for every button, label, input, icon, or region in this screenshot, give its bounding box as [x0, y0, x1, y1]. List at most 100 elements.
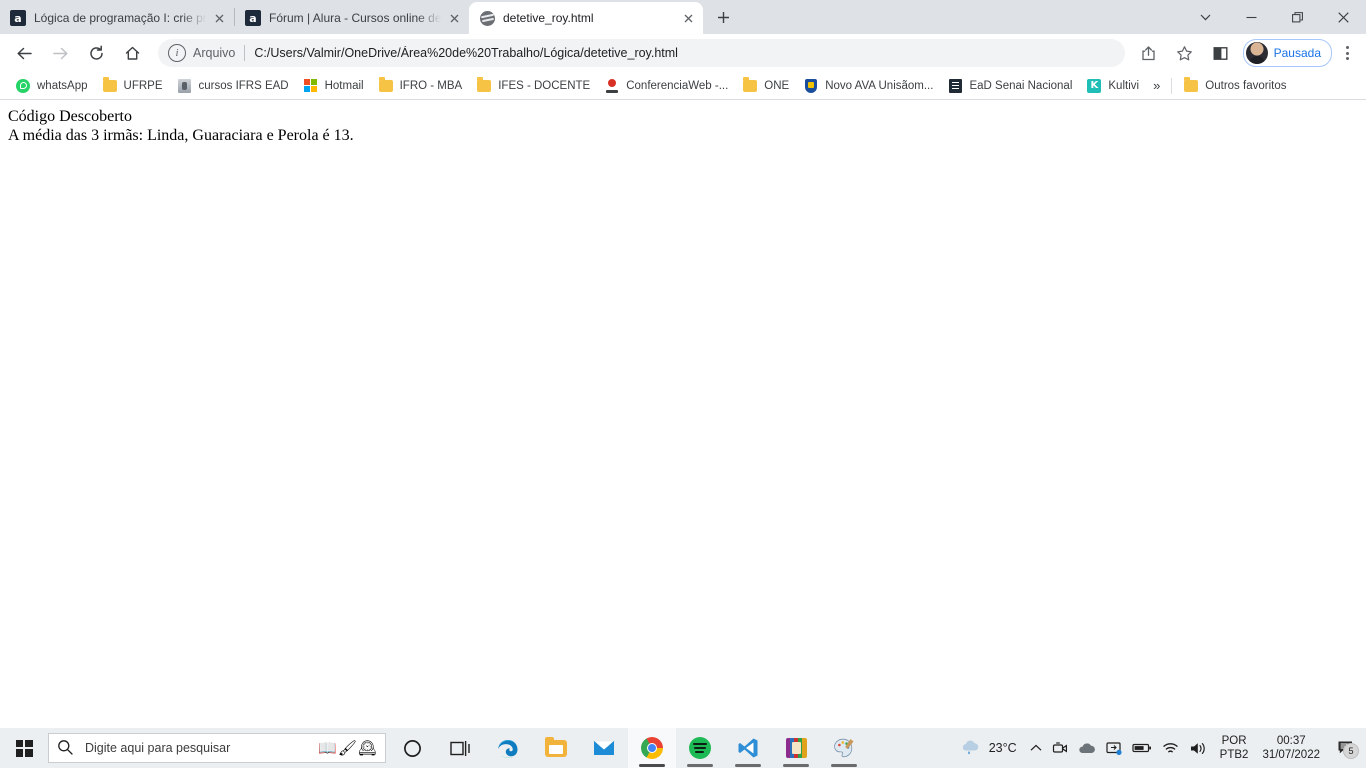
bookmark-kultivi[interactable]: K Kultivi — [1079, 75, 1146, 97]
bookmark-label: Hotmail — [324, 79, 364, 92]
new-tab-button[interactable] — [709, 3, 737, 31]
window-controls — [1182, 0, 1366, 34]
taskbar-app-spotify[interactable] — [676, 728, 724, 768]
language-line-1: POR — [1221, 734, 1247, 747]
bookmark-conferenciaweb[interactable]: ConferenciaWeb -... — [597, 75, 735, 97]
bookmark-ifro-mba[interactable]: IFRO - MBA — [371, 75, 470, 97]
tray-clock[interactable]: 00:37 31/07/2022 — [1256, 728, 1326, 768]
close-icon[interactable] — [679, 9, 697, 27]
address-bar[interactable]: i Arquivo C:/Users/Valmir/OneDrive/Área%… — [158, 39, 1125, 67]
quill-icon: 🖌 — [337, 740, 357, 757]
tray-weather[interactable]: 23°C — [950, 738, 1025, 759]
battery-icon[interactable] — [1127, 728, 1157, 768]
search-icon — [57, 739, 75, 757]
clock-time: 00:37 — [1276, 734, 1306, 747]
avatar — [1245, 42, 1268, 64]
bookmark-ead-senai-nacional[interactable]: EaD Senai Nacional — [940, 75, 1079, 97]
bookmark-label: ONE — [764, 79, 790, 92]
rain-cloud-icon — [960, 738, 982, 759]
weather-temperature: 23°C — [988, 741, 1017, 755]
tab-title: Lógica de programação I: crie pro — [34, 11, 206, 25]
search-suggestion-icons[interactable]: 📖 🖌 🕰 — [318, 739, 377, 757]
omnibox-url-text[interactable]: C:/Users/Valmir/OneDrive/Área%20de%20Tra… — [254, 46, 1114, 60]
ifrs-icon — [177, 78, 193, 94]
home-icon[interactable] — [117, 38, 147, 68]
folder-icon — [1183, 77, 1199, 94]
close-icon[interactable] — [1320, 0, 1366, 34]
page-heading: Código Descoberto — [8, 108, 132, 125]
microsoft-icon — [303, 78, 319, 94]
back-arrow-icon[interactable] — [9, 38, 39, 68]
folder-icon — [102, 77, 118, 94]
taskbar-app-file-explorer[interactable] — [532, 728, 580, 768]
bookmark-one[interactable]: ONE — [735, 75, 796, 97]
folder-icon — [378, 77, 394, 94]
folder-icon — [742, 77, 758, 94]
star-icon[interactable] — [1170, 38, 1200, 68]
bookmarks-overflow-button[interactable]: » — [1146, 78, 1167, 93]
side-panel-icon[interactable] — [1206, 38, 1236, 68]
conferenciaweb-icon — [604, 78, 620, 94]
wifi-icon[interactable] — [1157, 728, 1184, 768]
minimize-icon[interactable] — [1228, 0, 1274, 34]
browser-tab-3-active[interactable]: detetive_roy.html — [469, 2, 703, 34]
close-icon[interactable] — [445, 9, 463, 27]
bookmark-hotmail[interactable]: Hotmail — [296, 75, 371, 97]
senai-icon — [947, 78, 963, 94]
info-icon[interactable]: i — [168, 44, 186, 62]
globe-icon — [479, 10, 495, 26]
taskbar-search-input[interactable]: Digite aqui para pesquisar 📖 🖌 🕰 — [48, 733, 386, 763]
tray-language-indicator[interactable]: POR PTB2 — [1212, 728, 1257, 768]
browser-tab-1[interactable]: a Lógica de programação I: crie pro — [0, 2, 234, 34]
other-bookmarks-button[interactable]: Outros favoritos — [1176, 75, 1293, 97]
bookmark-cursos-ifrs-ead[interactable]: cursos IFRS EAD — [170, 75, 296, 97]
notification-icon[interactable]: 5 — [1326, 728, 1366, 768]
task-view-icon[interactable] — [436, 728, 484, 768]
bookmark-label: IFES - DOCENTE — [498, 79, 591, 92]
taskbar-app-paint[interactable] — [820, 728, 868, 768]
close-icon[interactable] — [210, 9, 228, 27]
camera-icon[interactable] — [1047, 728, 1073, 768]
taskbar-app-mail[interactable] — [580, 728, 628, 768]
chevron-up-icon[interactable] — [1025, 728, 1047, 768]
volume-icon[interactable] — [1184, 728, 1212, 768]
browser-tab-2[interactable]: a Fórum | Alura - Cursos online de — [235, 2, 469, 34]
taskbar-app-winrar[interactable] — [772, 728, 820, 768]
share-icon[interactable] — [1134, 38, 1164, 68]
tab-search-chevron-icon[interactable] — [1182, 0, 1228, 34]
page-result-text: A média das 3 irmãs: Linda, Guaraciara e… — [8, 126, 354, 144]
clock-lamp-icon: 🕰 — [357, 740, 377, 757]
taskbar-app-microsoft-edge[interactable] — [484, 728, 532, 768]
tab-title: detetive_roy.html — [503, 11, 594, 25]
language-line-2: PTB2 — [1219, 749, 1249, 761]
bookmark-label: EaD Senai Nacional — [969, 79, 1073, 92]
other-bookmarks-label: Outros favoritos — [1205, 79, 1287, 92]
folder-icon — [476, 77, 492, 94]
profile-button[interactable]: Pausada — [1242, 39, 1332, 67]
display-switch-icon[interactable] — [1101, 728, 1127, 768]
whatsapp-icon — [15, 78, 31, 94]
desktop-screen: a Lógica de programação I: crie pro a Fó… — [0, 0, 1366, 768]
alura-icon: a — [10, 10, 26, 26]
reload-icon[interactable] — [81, 38, 111, 68]
taskbar-app-visual-studio-code[interactable] — [724, 728, 772, 768]
browser-toolbar: i Arquivo C:/Users/Valmir/OneDrive/Área%… — [0, 34, 1366, 72]
onedrive-icon[interactable] — [1073, 728, 1101, 768]
bookmark-label: Kultivi — [1108, 79, 1140, 92]
bookmark-ifes-docente[interactable]: IFES - DOCENTE — [469, 75, 597, 97]
bookmark-ufrpe[interactable]: UFRPE — [95, 75, 170, 97]
bookmark-whatsapp[interactable]: whatsApp — [8, 75, 95, 97]
windows-start-icon[interactable] — [0, 728, 48, 768]
bookmark-label: cursos IFRS EAD — [198, 79, 289, 92]
alura-icon: a — [245, 10, 261, 26]
bookmark-label: whatsApp — [37, 79, 88, 92]
bookmarks-divider — [1171, 77, 1173, 94]
bookmark-label: Novo AVA Unisãom... — [825, 79, 934, 92]
book-icon: 📖 — [318, 740, 337, 757]
restore-icon[interactable] — [1274, 0, 1320, 34]
profile-status-label: Pausada — [1273, 46, 1321, 60]
bookmark-novo-ava-unisaom[interactable]: Novo AVA Unisãom... — [796, 75, 940, 97]
kebab-menu-icon[interactable] — [1334, 38, 1360, 68]
taskbar-app-google-chrome[interactable] — [628, 728, 676, 768]
cortana-circle-icon[interactable] — [388, 728, 436, 768]
